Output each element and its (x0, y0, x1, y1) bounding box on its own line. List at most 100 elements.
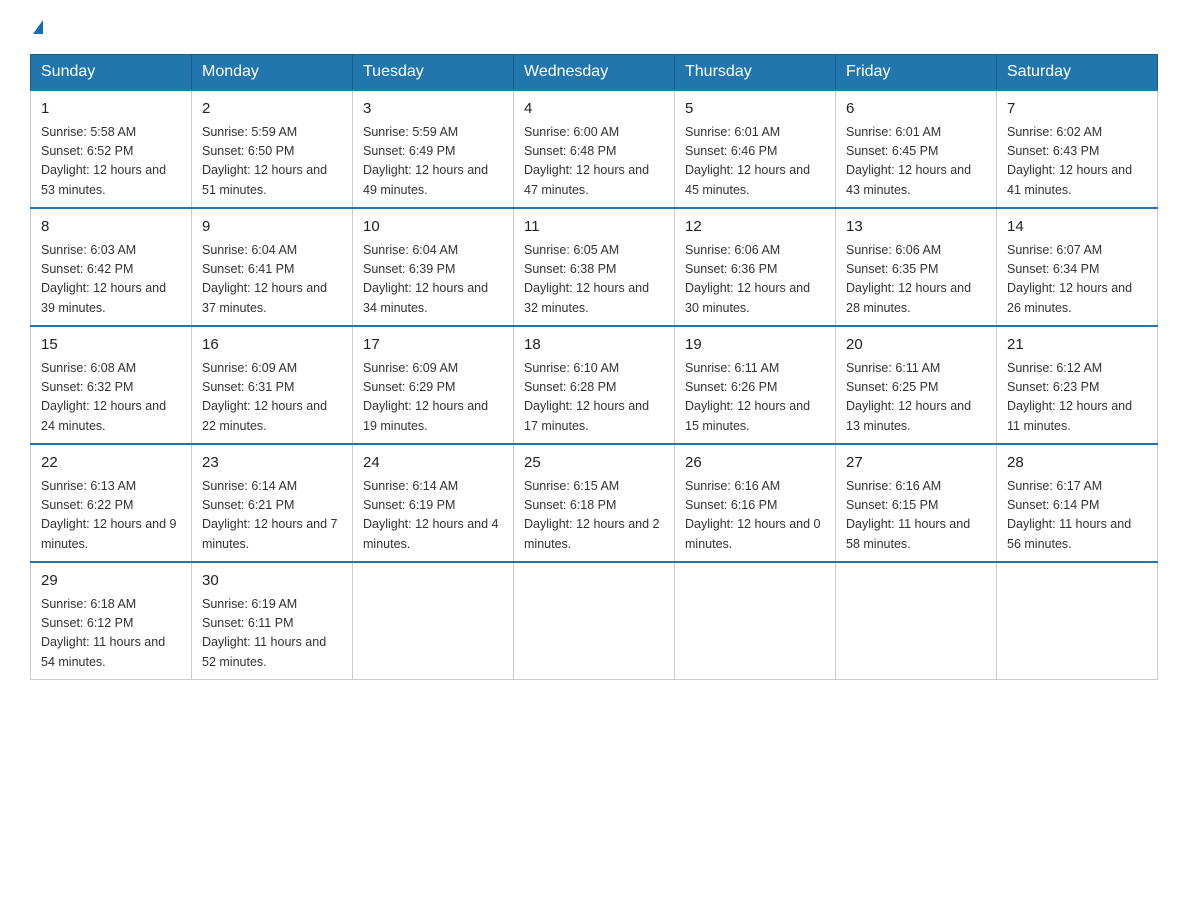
day-number: 19 (685, 334, 825, 357)
calendar-cell: 26 Sunrise: 6:16 AMSunset: 6:16 PMDaylig… (675, 444, 836, 562)
day-number: 4 (524, 98, 664, 121)
day-info: Sunrise: 6:17 AMSunset: 6:14 PMDaylight:… (1007, 477, 1147, 555)
day-number: 27 (846, 452, 986, 475)
day-number: 3 (363, 98, 503, 121)
calendar-cell: 17 Sunrise: 6:09 AMSunset: 6:29 PMDaylig… (353, 326, 514, 444)
day-info: Sunrise: 5:59 AMSunset: 6:50 PMDaylight:… (202, 123, 342, 201)
day-number: 6 (846, 98, 986, 121)
day-info: Sunrise: 6:04 AMSunset: 6:41 PMDaylight:… (202, 241, 342, 319)
calendar-cell (514, 562, 675, 680)
calendar-cell: 29 Sunrise: 6:18 AMSunset: 6:12 PMDaylig… (31, 562, 192, 680)
day-number: 2 (202, 98, 342, 121)
day-info: Sunrise: 6:14 AMSunset: 6:19 PMDaylight:… (363, 477, 503, 555)
calendar-cell: 23 Sunrise: 6:14 AMSunset: 6:21 PMDaylig… (192, 444, 353, 562)
day-number: 14 (1007, 216, 1147, 239)
calendar-week-row: 29 Sunrise: 6:18 AMSunset: 6:12 PMDaylig… (31, 562, 1158, 680)
weekday-header-sunday: Sunday (31, 55, 192, 91)
day-info: Sunrise: 6:18 AMSunset: 6:12 PMDaylight:… (41, 595, 181, 673)
day-number: 17 (363, 334, 503, 357)
calendar-cell: 15 Sunrise: 6:08 AMSunset: 6:32 PMDaylig… (31, 326, 192, 444)
day-info: Sunrise: 6:19 AMSunset: 6:11 PMDaylight:… (202, 595, 342, 673)
day-info: Sunrise: 6:04 AMSunset: 6:39 PMDaylight:… (363, 241, 503, 319)
calendar-cell: 18 Sunrise: 6:10 AMSunset: 6:28 PMDaylig… (514, 326, 675, 444)
calendar-cell (836, 562, 997, 680)
day-info: Sunrise: 6:08 AMSunset: 6:32 PMDaylight:… (41, 359, 181, 437)
weekday-header-saturday: Saturday (997, 55, 1158, 91)
calendar-cell: 3 Sunrise: 5:59 AMSunset: 6:49 PMDayligh… (353, 90, 514, 208)
calendar-week-row: 22 Sunrise: 6:13 AMSunset: 6:22 PMDaylig… (31, 444, 1158, 562)
day-info: Sunrise: 6:11 AMSunset: 6:26 PMDaylight:… (685, 359, 825, 437)
calendar-cell: 27 Sunrise: 6:16 AMSunset: 6:15 PMDaylig… (836, 444, 997, 562)
day-number: 10 (363, 216, 503, 239)
day-number: 30 (202, 570, 342, 593)
weekday-header-wednesday: Wednesday (514, 55, 675, 91)
calendar-cell: 4 Sunrise: 6:00 AMSunset: 6:48 PMDayligh… (514, 90, 675, 208)
day-info: Sunrise: 5:58 AMSunset: 6:52 PMDaylight:… (41, 123, 181, 201)
weekday-header-monday: Monday (192, 55, 353, 91)
calendar-cell: 25 Sunrise: 6:15 AMSunset: 6:18 PMDaylig… (514, 444, 675, 562)
calendar-cell: 6 Sunrise: 6:01 AMSunset: 6:45 PMDayligh… (836, 90, 997, 208)
calendar-cell: 2 Sunrise: 5:59 AMSunset: 6:50 PMDayligh… (192, 90, 353, 208)
day-number: 7 (1007, 98, 1147, 121)
weekday-header-tuesday: Tuesday (353, 55, 514, 91)
day-number: 18 (524, 334, 664, 357)
calendar-week-row: 1 Sunrise: 5:58 AMSunset: 6:52 PMDayligh… (31, 90, 1158, 208)
day-info: Sunrise: 6:06 AMSunset: 6:36 PMDaylight:… (685, 241, 825, 319)
calendar-cell: 7 Sunrise: 6:02 AMSunset: 6:43 PMDayligh… (997, 90, 1158, 208)
day-info: Sunrise: 6:13 AMSunset: 6:22 PMDaylight:… (41, 477, 181, 555)
calendar-cell (353, 562, 514, 680)
day-number: 23 (202, 452, 342, 475)
day-number: 24 (363, 452, 503, 475)
calendar-week-row: 15 Sunrise: 6:08 AMSunset: 6:32 PMDaylig… (31, 326, 1158, 444)
calendar-cell: 8 Sunrise: 6:03 AMSunset: 6:42 PMDayligh… (31, 208, 192, 326)
page-header (30, 20, 1158, 34)
calendar-cell: 19 Sunrise: 6:11 AMSunset: 6:26 PMDaylig… (675, 326, 836, 444)
day-info: Sunrise: 6:02 AMSunset: 6:43 PMDaylight:… (1007, 123, 1147, 201)
calendar-cell: 10 Sunrise: 6:04 AMSunset: 6:39 PMDaylig… (353, 208, 514, 326)
day-info: Sunrise: 5:59 AMSunset: 6:49 PMDaylight:… (363, 123, 503, 201)
day-number: 11 (524, 216, 664, 239)
weekday-header-thursday: Thursday (675, 55, 836, 91)
calendar-header-row: SundayMondayTuesdayWednesdayThursdayFrid… (31, 55, 1158, 91)
calendar-cell: 16 Sunrise: 6:09 AMSunset: 6:31 PMDaylig… (192, 326, 353, 444)
day-number: 28 (1007, 452, 1147, 475)
day-number: 15 (41, 334, 181, 357)
calendar-cell: 13 Sunrise: 6:06 AMSunset: 6:35 PMDaylig… (836, 208, 997, 326)
day-number: 26 (685, 452, 825, 475)
calendar-cell: 21 Sunrise: 6:12 AMSunset: 6:23 PMDaylig… (997, 326, 1158, 444)
calendar-cell: 12 Sunrise: 6:06 AMSunset: 6:36 PMDaylig… (675, 208, 836, 326)
calendar-cell: 11 Sunrise: 6:05 AMSunset: 6:38 PMDaylig… (514, 208, 675, 326)
day-number: 20 (846, 334, 986, 357)
day-info: Sunrise: 6:15 AMSunset: 6:18 PMDaylight:… (524, 477, 664, 555)
day-number: 1 (41, 98, 181, 121)
day-number: 9 (202, 216, 342, 239)
calendar-cell: 22 Sunrise: 6:13 AMSunset: 6:22 PMDaylig… (31, 444, 192, 562)
calendar-cell: 28 Sunrise: 6:17 AMSunset: 6:14 PMDaylig… (997, 444, 1158, 562)
day-info: Sunrise: 6:10 AMSunset: 6:28 PMDaylight:… (524, 359, 664, 437)
day-info: Sunrise: 6:05 AMSunset: 6:38 PMDaylight:… (524, 241, 664, 319)
day-number: 29 (41, 570, 181, 593)
calendar-cell: 24 Sunrise: 6:14 AMSunset: 6:19 PMDaylig… (353, 444, 514, 562)
calendar-cell: 20 Sunrise: 6:11 AMSunset: 6:25 PMDaylig… (836, 326, 997, 444)
day-number: 5 (685, 98, 825, 121)
calendar-cell (675, 562, 836, 680)
day-info: Sunrise: 6:16 AMSunset: 6:15 PMDaylight:… (846, 477, 986, 555)
logo (30, 20, 43, 34)
day-info: Sunrise: 6:14 AMSunset: 6:21 PMDaylight:… (202, 477, 342, 555)
day-number: 25 (524, 452, 664, 475)
day-info: Sunrise: 6:11 AMSunset: 6:25 PMDaylight:… (846, 359, 986, 437)
day-info: Sunrise: 6:12 AMSunset: 6:23 PMDaylight:… (1007, 359, 1147, 437)
day-info: Sunrise: 6:09 AMSunset: 6:31 PMDaylight:… (202, 359, 342, 437)
day-number: 22 (41, 452, 181, 475)
day-info: Sunrise: 6:01 AMSunset: 6:46 PMDaylight:… (685, 123, 825, 201)
day-number: 21 (1007, 334, 1147, 357)
day-info: Sunrise: 6:06 AMSunset: 6:35 PMDaylight:… (846, 241, 986, 319)
day-number: 16 (202, 334, 342, 357)
day-info: Sunrise: 6:16 AMSunset: 6:16 PMDaylight:… (685, 477, 825, 555)
weekday-header-friday: Friday (836, 55, 997, 91)
day-number: 8 (41, 216, 181, 239)
logo-triangle-icon (33, 20, 43, 34)
calendar-cell: 30 Sunrise: 6:19 AMSunset: 6:11 PMDaylig… (192, 562, 353, 680)
day-number: 12 (685, 216, 825, 239)
calendar-table: SundayMondayTuesdayWednesdayThursdayFrid… (30, 54, 1158, 680)
